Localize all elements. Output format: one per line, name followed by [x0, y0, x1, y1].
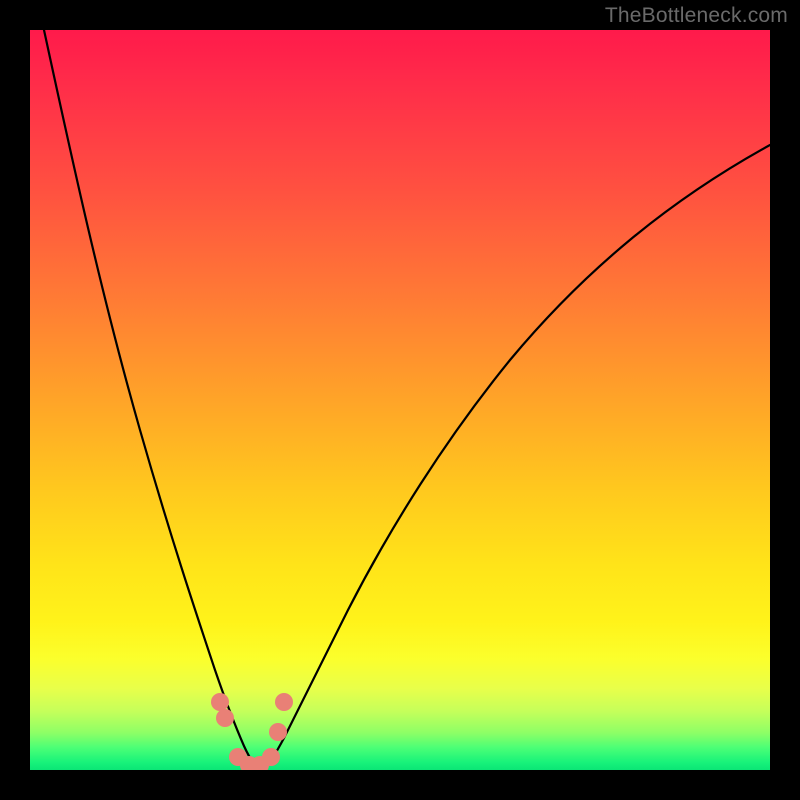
marker-dot [262, 748, 280, 766]
curves-svg [30, 30, 770, 770]
right-curve [264, 145, 770, 768]
watermark-text: TheBottleneck.com [605, 4, 788, 28]
chart-frame: TheBottleneck.com [0, 0, 800, 800]
left-curve [44, 30, 258, 768]
marker-dot [275, 693, 293, 711]
plot-area [30, 30, 770, 770]
marker-dot [211, 693, 229, 711]
marker-dot [216, 709, 234, 727]
marker-dot [269, 723, 287, 741]
